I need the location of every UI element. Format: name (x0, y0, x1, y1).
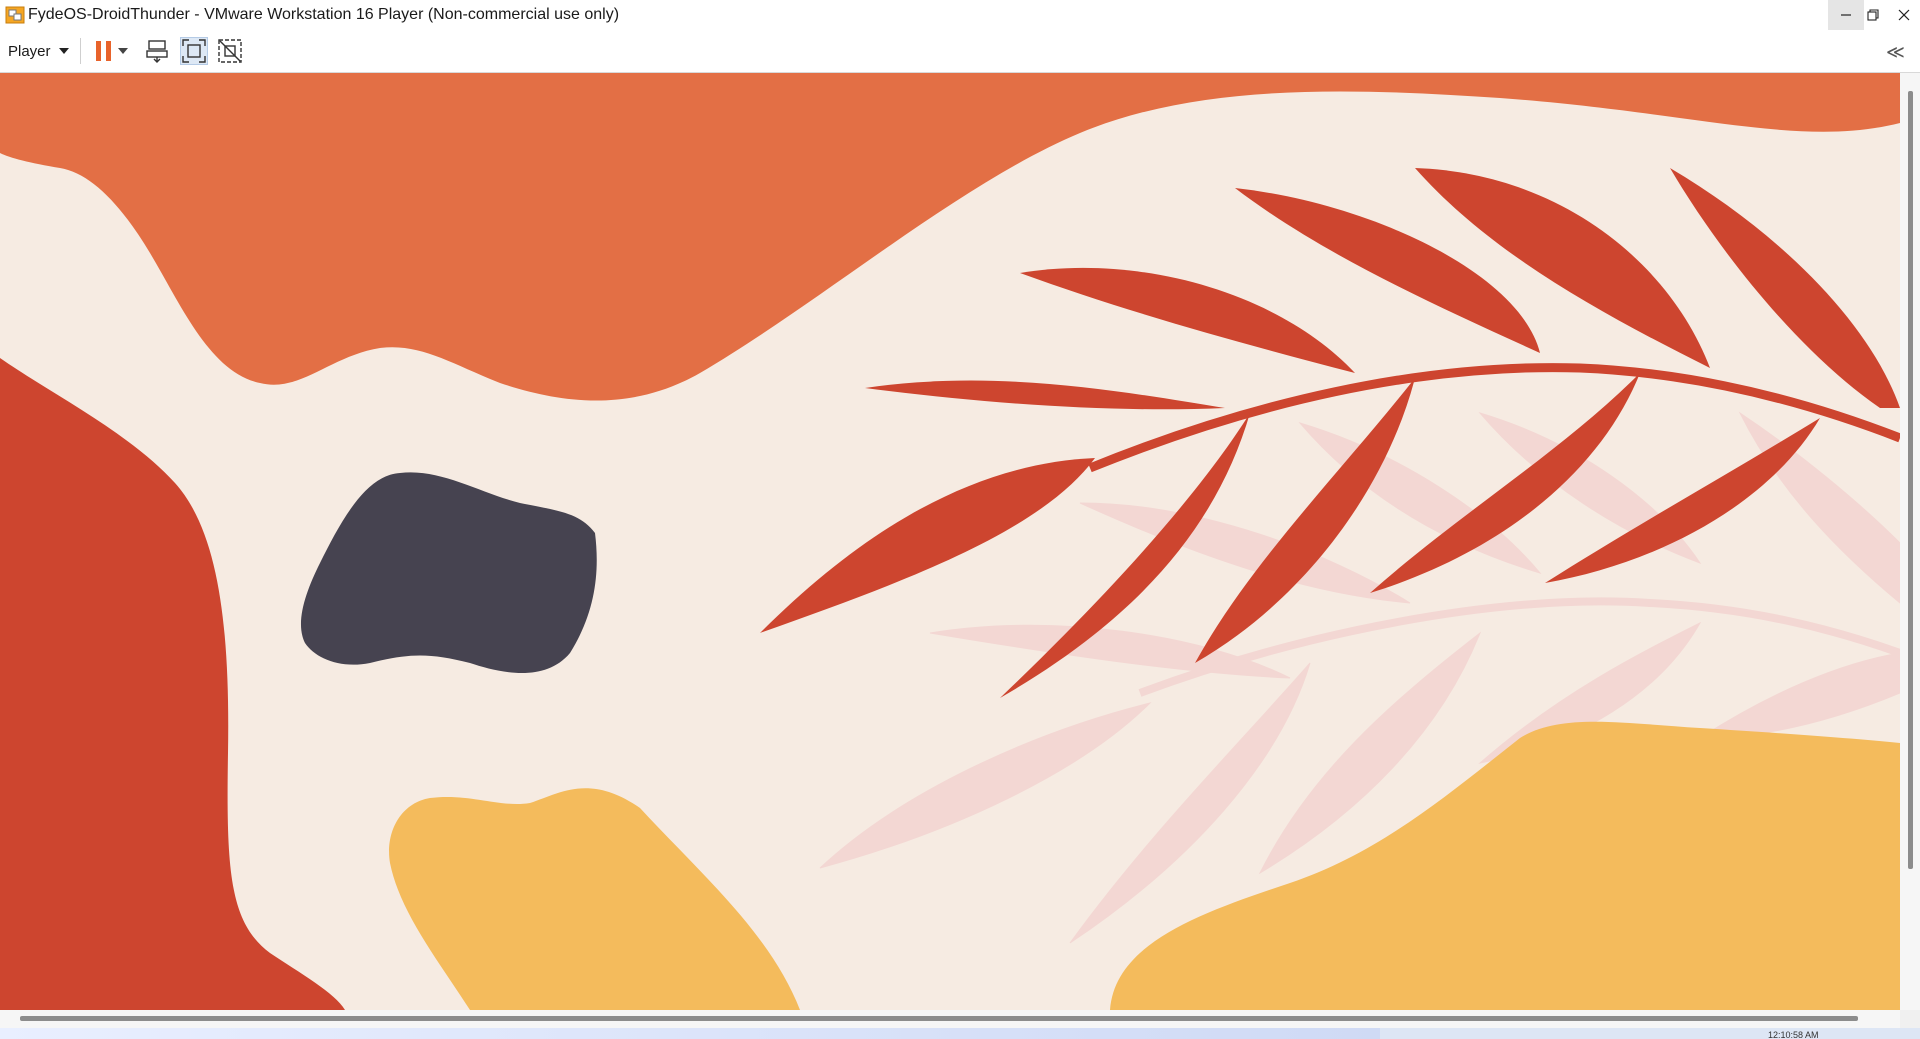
collapse-toolbar-button[interactable]: ≪ (1886, 42, 1905, 63)
window-title: FydeOS-DroidThunder - VMware Workstation… (28, 6, 620, 23)
unity-icon (218, 39, 242, 63)
taskbar-glow (0, 1028, 1380, 1039)
fit-guest-button[interactable] (180, 37, 208, 65)
player-menu-label: Player (8, 42, 51, 60)
vertical-scrollbar[interactable] (1900, 73, 1920, 1010)
title-bar: FydeOS-DroidThunder - VMware Workstation… (0, 0, 1920, 31)
vm-display[interactable] (0, 73, 1900, 1010)
close-icon (1898, 9, 1910, 21)
player-menu-button[interactable]: Player (8, 40, 69, 62)
vmware-player-icon (5, 6, 25, 24)
horizontal-scrollbar-thumb[interactable] (20, 1016, 1858, 1021)
send-ctrl-alt-del-button[interactable] (144, 37, 172, 65)
toolbar: Player ≪ (0, 30, 1920, 73)
taskbar-clock: 12:10:58 AM (1768, 1030, 1819, 1039)
dropdown-arrow-icon (118, 48, 128, 54)
guest-wallpaper (0, 73, 1900, 1010)
pause-icon (96, 41, 111, 61)
pause-button[interactable] (90, 37, 118, 65)
host-taskbar-edge (0, 1028, 1920, 1039)
vertical-scrollbar-thumb[interactable] (1908, 91, 1913, 869)
unity-button[interactable] (216, 37, 244, 65)
pause-dropdown-button[interactable] (116, 37, 130, 65)
chevron-down-icon (58, 48, 69, 54)
close-button[interactable] (1886, 0, 1920, 30)
fit-guest-icon (182, 39, 206, 63)
horizontal-scrollbar[interactable] (0, 1010, 1900, 1028)
restore-icon (1867, 9, 1879, 21)
send-ctrl-alt-del-icon (146, 40, 168, 63)
minimize-icon (1841, 14, 1851, 16)
toolbar-separator (80, 38, 81, 64)
